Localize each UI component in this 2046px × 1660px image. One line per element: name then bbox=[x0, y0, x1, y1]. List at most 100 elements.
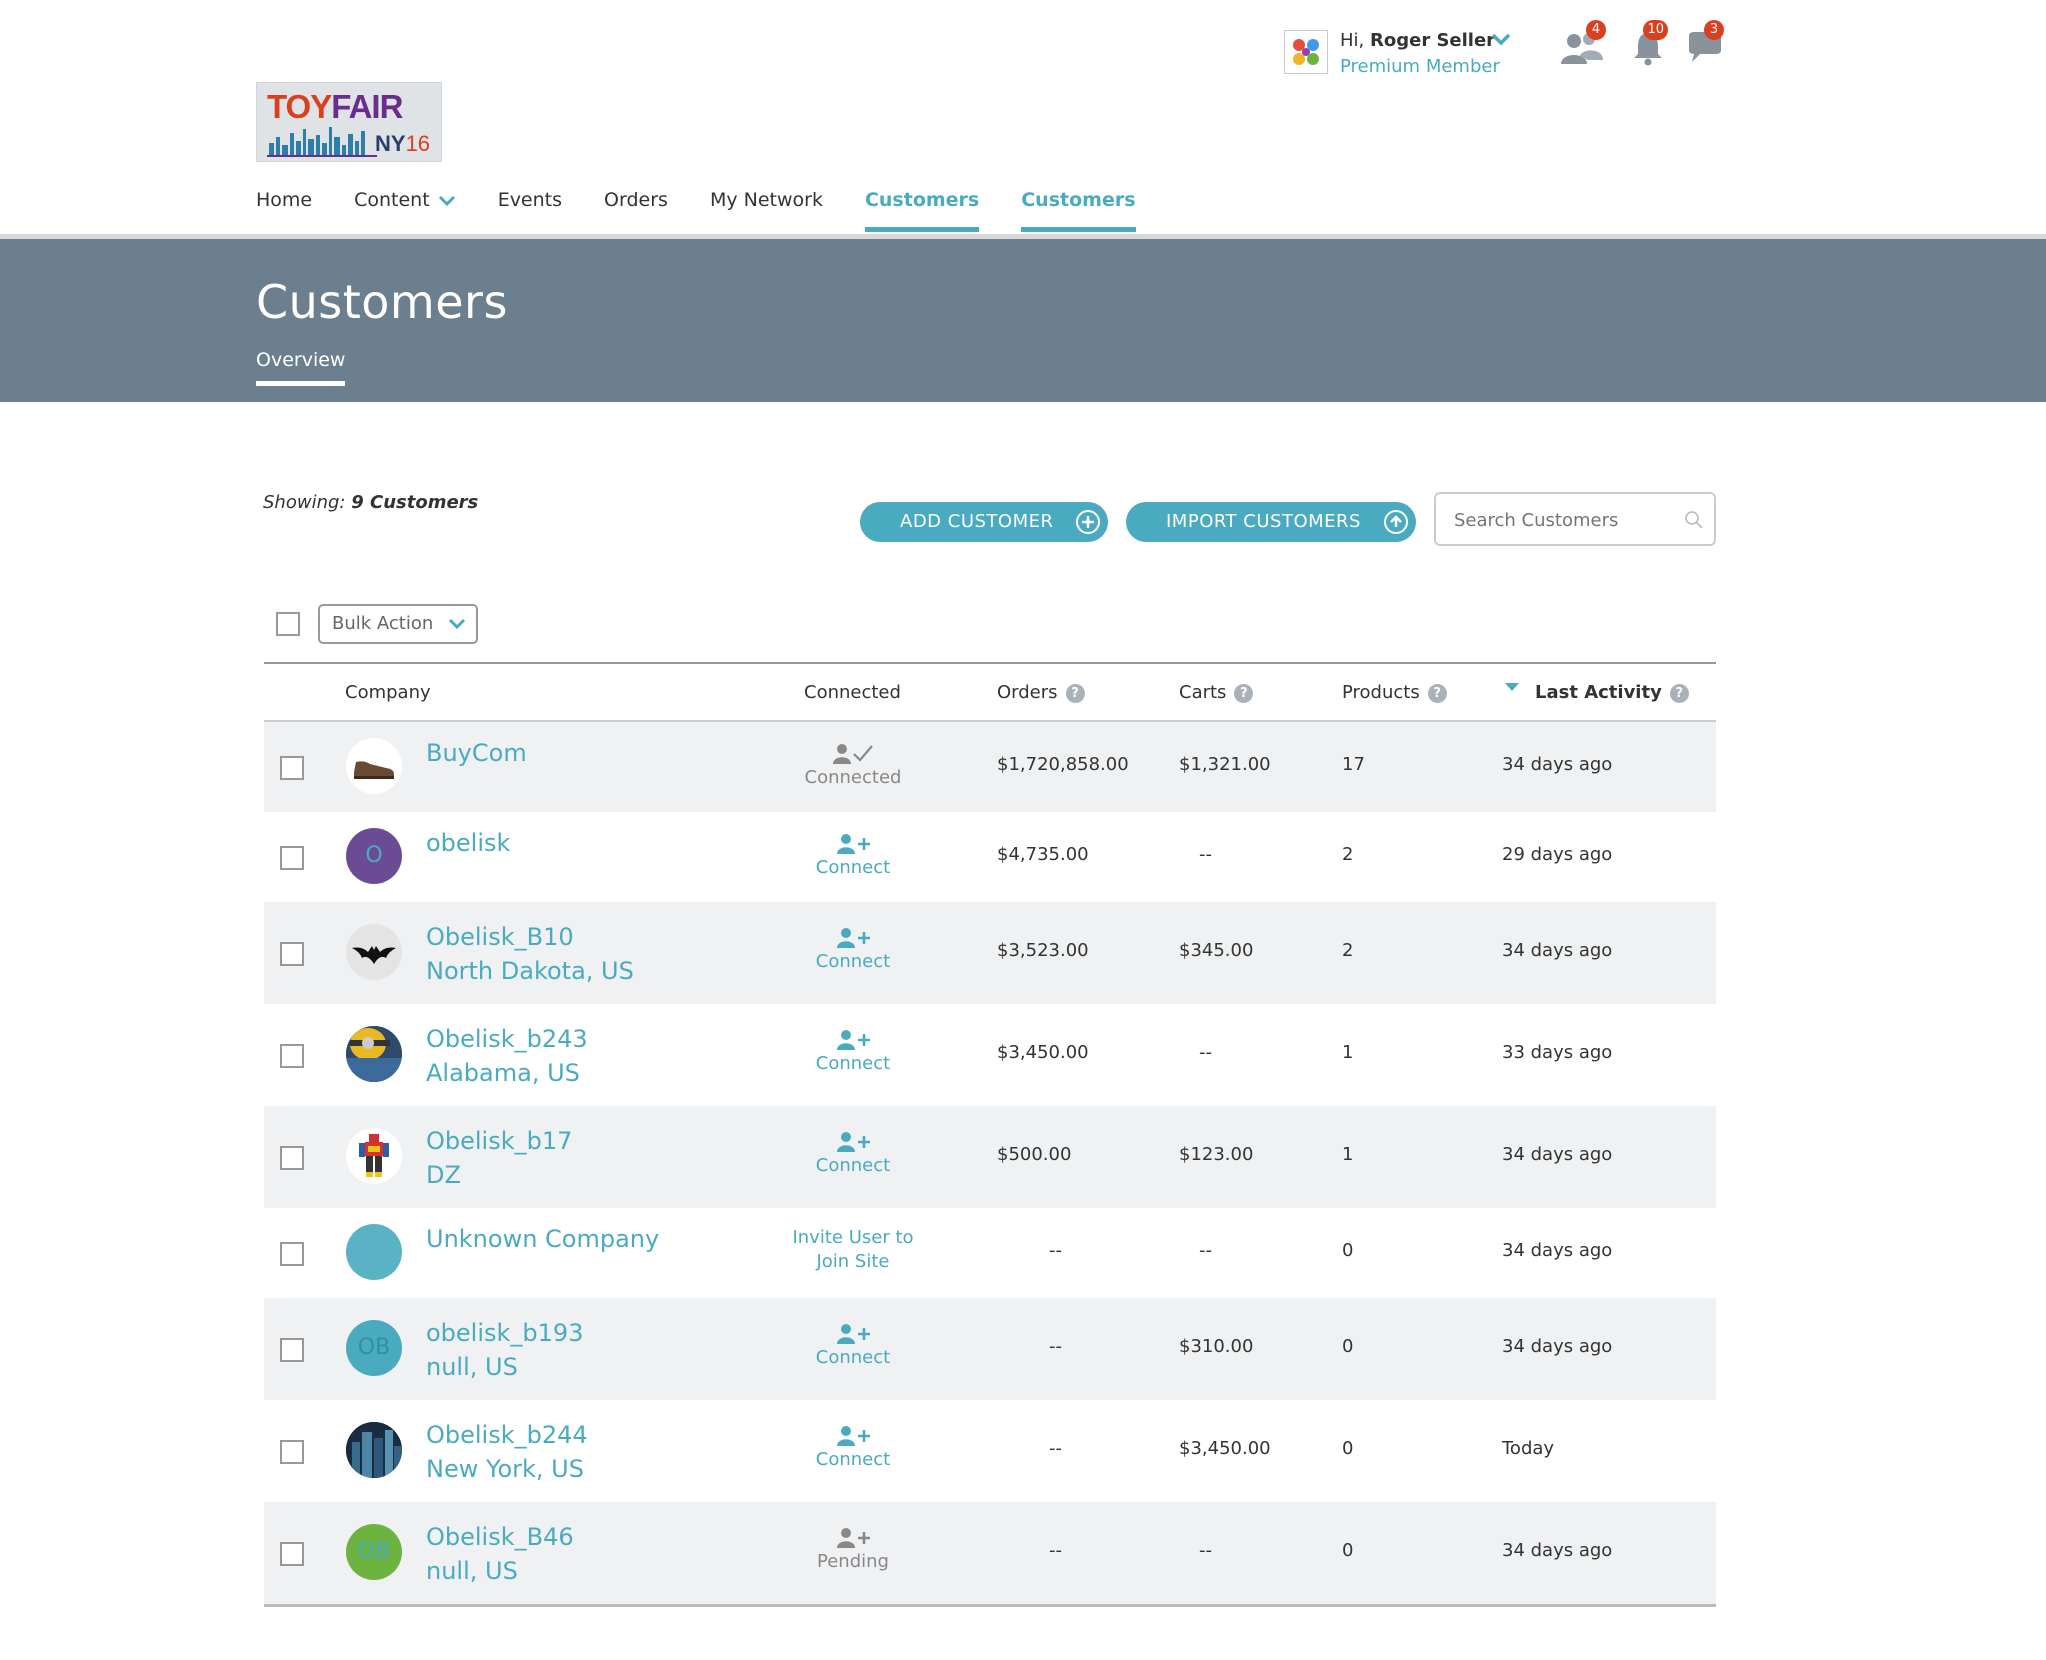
add-customer-label: ADD CUSTOMER bbox=[900, 511, 1054, 532]
help-icon[interactable]: ? bbox=[1234, 683, 1254, 703]
table-row[interactable]: Obelisk_b17 DZ Connect $500.00 $123.00 1 … bbox=[264, 1106, 1716, 1208]
minion-image bbox=[346, 1026, 402, 1082]
chevron-down-icon[interactable] bbox=[1490, 30, 1512, 50]
messages-badge: 3 bbox=[1704, 20, 1724, 40]
user-avatar[interactable] bbox=[1284, 30, 1328, 74]
avatar[interactable]: OB bbox=[346, 1320, 402, 1376]
nav-my-network[interactable]: My Network bbox=[710, 186, 823, 232]
column-orders[interactable]: Orders? bbox=[997, 682, 1085, 703]
help-icon[interactable]: ? bbox=[1427, 683, 1447, 703]
table-row[interactable]: BuyCom Connected $1,720,858.00 $1,321.00… bbox=[264, 722, 1716, 812]
company-name[interactable]: Obelisk_b243 Alabama, US bbox=[426, 1022, 588, 1090]
connect-link[interactable]: Connect bbox=[768, 1424, 938, 1472]
row-checkbox[interactable] bbox=[280, 756, 304, 780]
avatar[interactable]: O bbox=[346, 828, 402, 884]
connection-label: Connect bbox=[815, 1053, 891, 1074]
connection-status: Connected bbox=[768, 742, 938, 790]
logo-text-year: 16 bbox=[405, 131, 431, 156]
column-connected[interactable]: Connected bbox=[804, 682, 901, 703]
company-name[interactable]: BuyCom bbox=[426, 736, 527, 770]
row-checkbox[interactable] bbox=[280, 1338, 304, 1362]
column-company[interactable]: Company bbox=[345, 682, 431, 703]
logo-text-fair: FAIR bbox=[331, 88, 403, 125]
nav-events[interactable]: Events bbox=[498, 186, 562, 232]
network-notifications[interactable]: 4 bbox=[1560, 20, 1608, 64]
table-row[interactable]: Unknown Company Invite User to Join Site… bbox=[264, 1208, 1716, 1298]
connection-label: Connected bbox=[804, 767, 902, 788]
greeting-text: Hi, bbox=[1340, 30, 1365, 51]
last-activity-value: Today bbox=[1502, 1438, 1555, 1459]
column-carts-label: Carts bbox=[1179, 682, 1227, 703]
help-icon[interactable]: ? bbox=[1669, 683, 1689, 703]
connect-link[interactable]: Connect bbox=[768, 832, 938, 880]
orders-value: $3,523.00 bbox=[997, 940, 1089, 961]
message-notifications[interactable]: 3 bbox=[1686, 20, 1734, 64]
company-name-text: Obelisk_b17 bbox=[426, 1127, 573, 1155]
row-checkbox[interactable] bbox=[280, 1146, 304, 1170]
nav-customers[interactable]: Customers bbox=[864, 186, 980, 232]
search-customers[interactable] bbox=[1434, 492, 1716, 546]
add-customer-button[interactable]: ADD CUSTOMER bbox=[860, 502, 1108, 542]
upload-circle-icon bbox=[1384, 510, 1408, 534]
nav-orders[interactable]: Orders bbox=[604, 186, 668, 232]
avatar[interactable] bbox=[346, 1026, 402, 1082]
pinwheel-icon bbox=[1293, 39, 1319, 65]
avatar[interactable]: OB bbox=[346, 1524, 402, 1580]
avatar[interactable] bbox=[346, 924, 402, 980]
row-checkbox[interactable] bbox=[280, 1044, 304, 1068]
help-icon[interactable]: ? bbox=[1065, 683, 1085, 703]
bulk-action-select[interactable]: Bulk Action bbox=[318, 604, 478, 644]
avatar[interactable] bbox=[346, 1422, 402, 1478]
connection-label: Connect bbox=[815, 1347, 891, 1368]
toyfair-logo[interactable]: TOYFAIR NY16 bbox=[256, 82, 442, 162]
table-row[interactable]: Obelisk_b244 New York, US Connect -- $3,4… bbox=[264, 1400, 1716, 1502]
carts-value: $3,450.00 bbox=[1179, 1438, 1271, 1459]
table-row[interactable]: O obelisk Connect $4,735.00 -- 2 29 days… bbox=[264, 812, 1716, 902]
search-icon[interactable] bbox=[1684, 510, 1704, 530]
row-checkbox[interactable] bbox=[280, 942, 304, 966]
last-activity-value: 34 days ago bbox=[1502, 1336, 1613, 1357]
avatar[interactable] bbox=[346, 738, 402, 794]
row-checkbox[interactable] bbox=[280, 846, 304, 870]
tab-overview[interactable]: Overview bbox=[256, 349, 346, 386]
connect-link[interactable]: Connect bbox=[768, 926, 938, 974]
row-checkbox[interactable] bbox=[280, 1542, 304, 1566]
column-products[interactable]: Products? bbox=[1342, 682, 1447, 703]
connection-label: Pending bbox=[817, 1551, 889, 1572]
company-name[interactable]: obelisk bbox=[426, 826, 510, 860]
nav-content[interactable]: Content bbox=[354, 186, 456, 232]
carts-value: -- bbox=[1199, 1240, 1212, 1261]
company-name[interactable]: Obelisk_B46 null, US bbox=[426, 1520, 574, 1588]
column-last-activity[interactable]: Last Activity? bbox=[1505, 682, 1689, 703]
company-location: null, US bbox=[426, 1353, 518, 1381]
column-carts[interactable]: Carts? bbox=[1179, 682, 1254, 703]
table-row[interactable]: Obelisk_B10 North Dakota, US Connect $3,5… bbox=[264, 902, 1716, 1004]
table-row[interactable]: Obelisk_b243 Alabama, US Connect $3,450.0… bbox=[264, 1004, 1716, 1106]
connect-link[interactable]: Connect bbox=[768, 1322, 938, 1370]
company-name[interactable]: Obelisk_b244 New York, US bbox=[426, 1418, 588, 1486]
connect-link[interactable]: Connect bbox=[768, 1028, 938, 1076]
search-input[interactable] bbox=[1454, 506, 1674, 534]
customers-table: Company Connected Orders? Carts? Product… bbox=[264, 662, 1716, 1607]
avatar[interactable] bbox=[346, 1128, 402, 1184]
row-checkbox[interactable] bbox=[280, 1242, 304, 1266]
table-row[interactable]: OB obelisk_b193 null, US Connect -- $310.… bbox=[264, 1298, 1716, 1400]
company-name[interactable]: Obelisk_b17 DZ bbox=[426, 1124, 572, 1192]
import-customers-button[interactable]: IMPORT CUSTOMERS bbox=[1126, 502, 1416, 542]
nav-customers-2[interactable]: Customers bbox=[1021, 186, 1136, 232]
company-name-text: Obelisk_B10 bbox=[426, 923, 574, 951]
alert-notifications[interactable]: 10 bbox=[1626, 20, 1674, 66]
company-name-text: Obelisk_b244 bbox=[426, 1421, 588, 1449]
row-checkbox[interactable] bbox=[280, 1440, 304, 1464]
invite-user-link[interactable]: Invite User to Join Site bbox=[783, 1226, 923, 1274]
company-location: DZ bbox=[426, 1161, 461, 1189]
nav-home[interactable]: Home bbox=[256, 186, 312, 232]
avatar[interactable] bbox=[346, 1224, 402, 1280]
network-badge: 4 bbox=[1586, 20, 1606, 40]
connect-link[interactable]: Connect bbox=[768, 1130, 938, 1178]
company-name[interactable]: Obelisk_B10 North Dakota, US bbox=[426, 920, 634, 988]
company-name[interactable]: obelisk_b193 null, US bbox=[426, 1316, 583, 1384]
select-all-checkbox[interactable] bbox=[276, 612, 300, 636]
company-name[interactable]: Unknown Company bbox=[426, 1222, 659, 1256]
table-row[interactable]: OB Obelisk_B46 null, US Pending -- -- 0 3… bbox=[264, 1502, 1716, 1604]
